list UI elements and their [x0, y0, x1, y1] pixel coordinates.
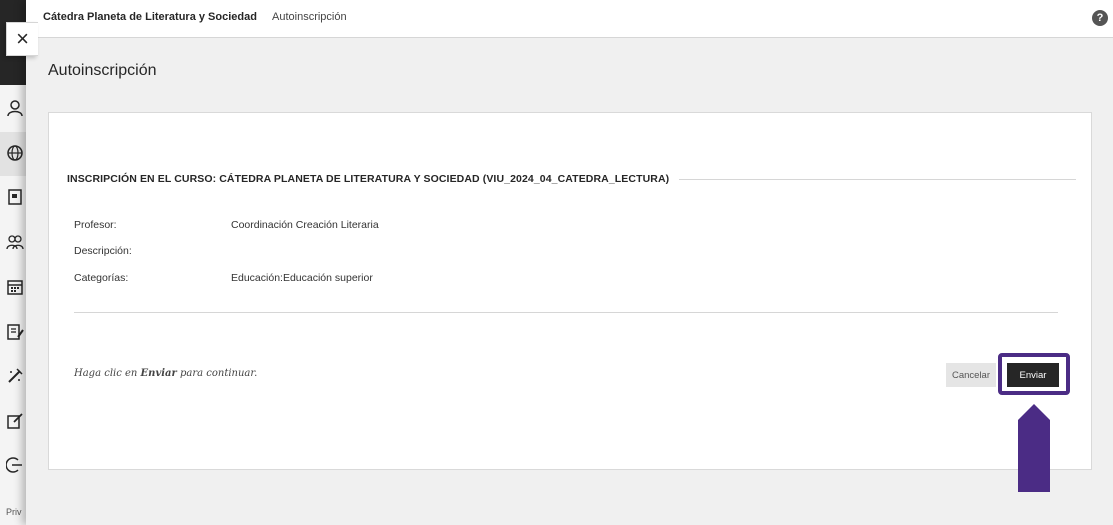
help-icon[interactable]: ?	[1092, 10, 1108, 26]
globe-icon[interactable]	[4, 142, 26, 164]
section-divider	[679, 179, 1076, 180]
instruction-bold: Enviar	[140, 368, 177, 379]
enrollment-panel: Cátedra Planeta de Literatura y Sociedad…	[26, 0, 1113, 525]
categories-label: Categorías:	[74, 272, 129, 284]
edit-icon[interactable]	[4, 410, 26, 432]
instructor-value: Coordinación Creación Literaria	[231, 219, 379, 231]
cancel-button[interactable]: Cancelar	[946, 363, 996, 387]
top-bar: Cátedra Planeta de Literatura y Sociedad…	[26, 0, 1113, 38]
courses-icon[interactable]	[4, 186, 26, 208]
page-title: Autoinscripción	[48, 62, 157, 79]
sign-out-icon[interactable]	[4, 454, 26, 476]
profile-icon[interactable]	[4, 97, 26, 119]
instructor-label: Profesor:	[74, 219, 117, 231]
categories-value: Educación:Educación superior	[231, 272, 373, 284]
breadcrumb-course[interactable]: Cátedra Planeta de Literatura y Sociedad	[43, 11, 257, 23]
enrollment-card: INSCRIPCIÓN EN EL CURSO: CÁTEDRA PLANETA…	[48, 112, 1092, 470]
instruction-prefix: Haga clic en	[74, 368, 141, 379]
instruction-suffix: para continuar.	[176, 368, 258, 379]
breadcrumb-page: Autoinscripción	[272, 11, 347, 23]
calendar-icon[interactable]	[4, 276, 26, 298]
tools-icon[interactable]	[4, 365, 26, 387]
form-divider	[74, 312, 1058, 313]
privacy-link[interactable]: Priv	[6, 507, 22, 517]
submit-instruction: Haga clic en Enviar para continuar.	[74, 368, 257, 379]
groups-icon[interactable]	[4, 231, 26, 253]
pointer-arrow-icon	[1018, 404, 1050, 492]
description-label: Descripción:	[74, 245, 132, 257]
grades-icon[interactable]	[4, 321, 26, 343]
submit-button[interactable]: Enviar	[1007, 363, 1059, 387]
section-title: INSCRIPCIÓN EN EL CURSO: CÁTEDRA PLANETA…	[67, 173, 670, 185]
close-icon[interactable]: ×	[6, 22, 38, 56]
